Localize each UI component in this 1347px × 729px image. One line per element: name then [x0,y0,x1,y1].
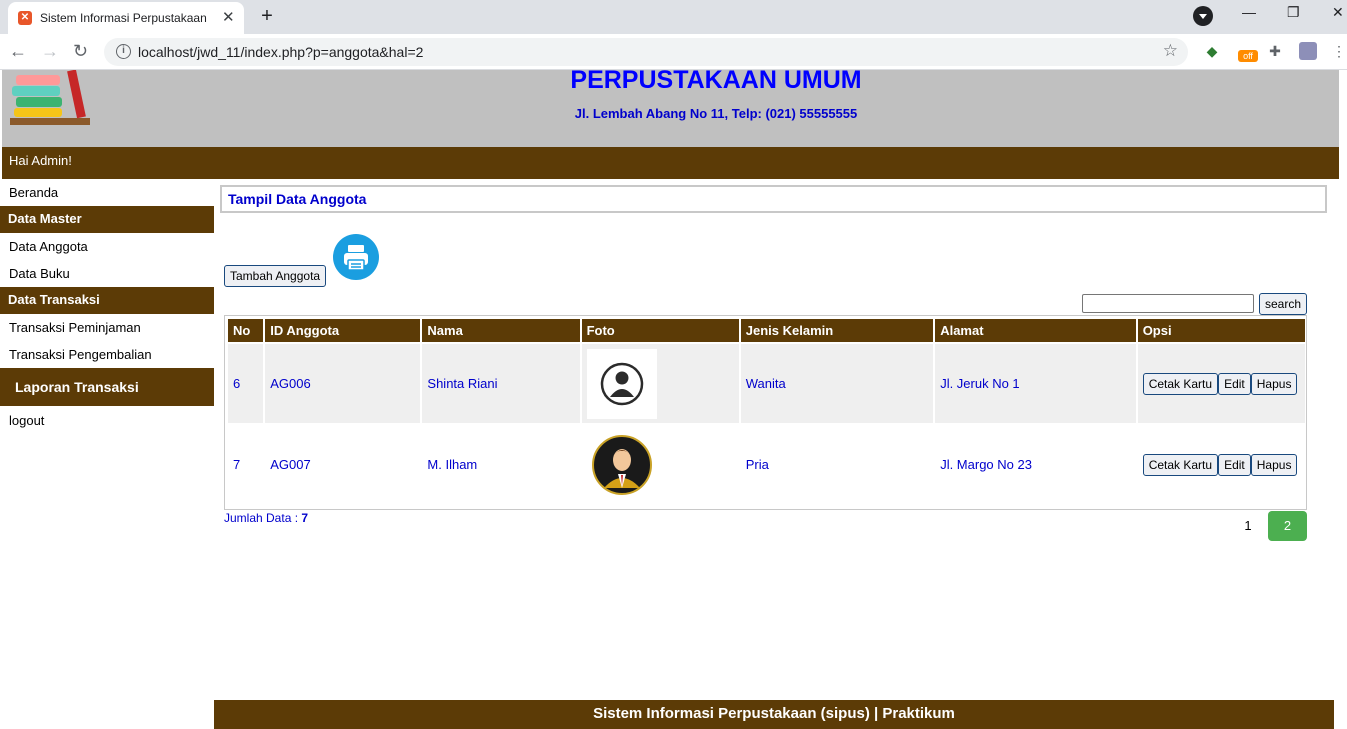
minimize-icon[interactable]: — [1242,4,1256,20]
forward-icon[interactable]: → [41,41,59,62]
members-table: No ID Anggota Nama Foto Jenis Kelamin Al… [226,317,1307,506]
delete-button[interactable]: Hapus [1250,372,1298,395]
cell-id: AG006 [265,344,421,423]
cell-nama: M. Ilham [422,425,580,504]
tab-title: Sistem Informasi Perpustakaan [40,11,207,25]
browser-menu-icon[interactable]: ⋮ [1330,42,1347,60]
extensions-puzzle-icon[interactable]: ✚ [1266,42,1284,60]
table-row: 7 AG007 M. Ilham Pria Jl. Margo No 23 Ce… [228,425,1305,504]
column-header-id: ID Anggota [265,319,421,342]
cell-nama: Shinta Riani [422,344,580,423]
cell-opsi: Cetak Kartu Edit Hapus [1137,425,1305,504]
edit-button[interactable]: Edit [1218,453,1251,476]
site-header: PERPUSTAKAAN UMUM Jl. Lembah Abang No 11… [2,66,1339,148]
member-photo [586,348,657,419]
browser-tab[interactable]: ✕ Sistem Informasi Perpustakaan ✕ [8,2,244,34]
tab-close-icon[interactable]: ✕ [222,8,235,26]
members-table-container: No ID Anggota Nama Foto Jenis Kelamin Al… [224,315,1307,510]
cell-no: 7 [228,425,264,504]
column-header-foto: Foto [581,319,739,342]
page-title: Tampil Data Anggota [220,185,1327,213]
table-header-row: No ID Anggota Nama Foto Jenis Kelamin Al… [228,319,1305,342]
profile-avatar[interactable] [1299,42,1317,60]
back-icon[interactable]: ← [9,41,27,62]
cell-jenis-kelamin: Pria [740,425,934,504]
column-header-alamat: Alamat [935,319,1136,342]
print-card-button[interactable]: Cetak Kartu [1142,372,1219,395]
add-member-button[interactable]: Tambah Anggota [224,265,327,287]
url-text: localhost/jwd_11/index.php?p=anggota&hal… [138,44,424,60]
sidebar-item-laporan[interactable]: Laporan Transaksi [0,368,214,406]
cell-alamat: Jl. Jeruk No 1 [935,344,1136,423]
sidebar: Beranda Data Master Data Anggota Data Bu… [0,179,214,434]
sidebar-item-pengembalian[interactable]: Transaksi Pengembalian [0,341,214,368]
sidebar-item-logout[interactable]: logout [0,407,214,434]
edit-button[interactable]: Edit [1218,372,1251,395]
page-link-1[interactable]: 1 [1236,511,1260,541]
cell-foto [581,425,739,504]
welcome-bar: Hai Admin! [2,147,1339,179]
delete-button[interactable]: Hapus [1250,453,1298,476]
cell-foto [581,344,739,423]
address-bar[interactable]: i localhost/jwd_11/index.php?p=anggota&h… [104,38,1188,66]
tab-search-icon[interactable] [1193,6,1213,26]
column-header-jenis-kelamin: Jenis Kelamin [740,319,934,342]
total-data-value: 7 [301,511,309,525]
page-link-2-active[interactable]: 2 [1268,511,1307,541]
cell-no: 6 [228,344,264,423]
cell-alamat: Jl. Margo No 23 [935,425,1136,504]
bookmark-star-icon[interactable]: ☆ [1163,41,1178,61]
sidebar-heading-transaksi: Data Transaksi [0,287,214,314]
sidebar-item-anggota[interactable]: Data Anggota [0,233,214,260]
total-data-label: Jumlah Data : [224,511,302,525]
xampp-favicon-icon: ✕ [18,11,32,25]
column-header-opsi: Opsi [1137,319,1305,342]
printer-icon [344,245,368,271]
new-tab-icon[interactable]: + [254,6,280,28]
window-close-icon[interactable]: ✕ [1332,4,1344,21]
sidebar-item-buku[interactable]: Data Buku [0,260,214,287]
site-info-icon[interactable]: i [116,44,131,59]
extension-globe-icon[interactable]: ◆ [1203,42,1221,60]
reload-icon[interactable]: ↻ [73,41,88,62]
site-title: PERPUSTAKAAN UMUM [570,66,862,94]
column-header-nama: Nama [422,319,580,342]
footer: Sistem Informasi Perpustakaan (sipus) | … [214,700,1334,729]
browser-toolbar: ← → ↻ i localhost/jwd_11/index.php?p=ang… [0,34,1347,70]
sidebar-item-peminjaman[interactable]: Transaksi Peminjaman [0,314,214,341]
cell-jenis-kelamin: Wanita [740,344,934,423]
print-card-button[interactable]: Cetak Kartu [1142,453,1219,476]
browser-tab-bar: ✕ Sistem Informasi Perpustakaan ✕ + — ❐ … [0,0,1347,34]
table-row: 6 AG006 Shinta Riani Wanita Jl. Jeruk No… [228,344,1305,423]
cell-opsi: Cetak Kartu Edit Hapus [1137,344,1305,423]
businessman-avatar-icon [591,434,652,495]
total-data: Jumlah Data : 7 [224,511,308,525]
person-avatar-icon [600,362,643,405]
sidebar-heading-master: Data Master [0,206,214,233]
column-header-no: No [228,319,264,342]
extension-off-icon[interactable]: off [1238,50,1258,62]
sidebar-item-beranda[interactable]: Beranda [0,179,214,206]
search-input[interactable] [1082,294,1254,313]
cell-id: AG007 [265,425,421,504]
maximize-icon[interactable]: ❐ [1287,4,1300,21]
site-address: Jl. Lembah Abang No 11, Telp: (021) 5555… [574,106,858,121]
member-photo [586,429,657,500]
search-button[interactable]: search [1259,293,1308,315]
print-button[interactable] [333,234,379,280]
